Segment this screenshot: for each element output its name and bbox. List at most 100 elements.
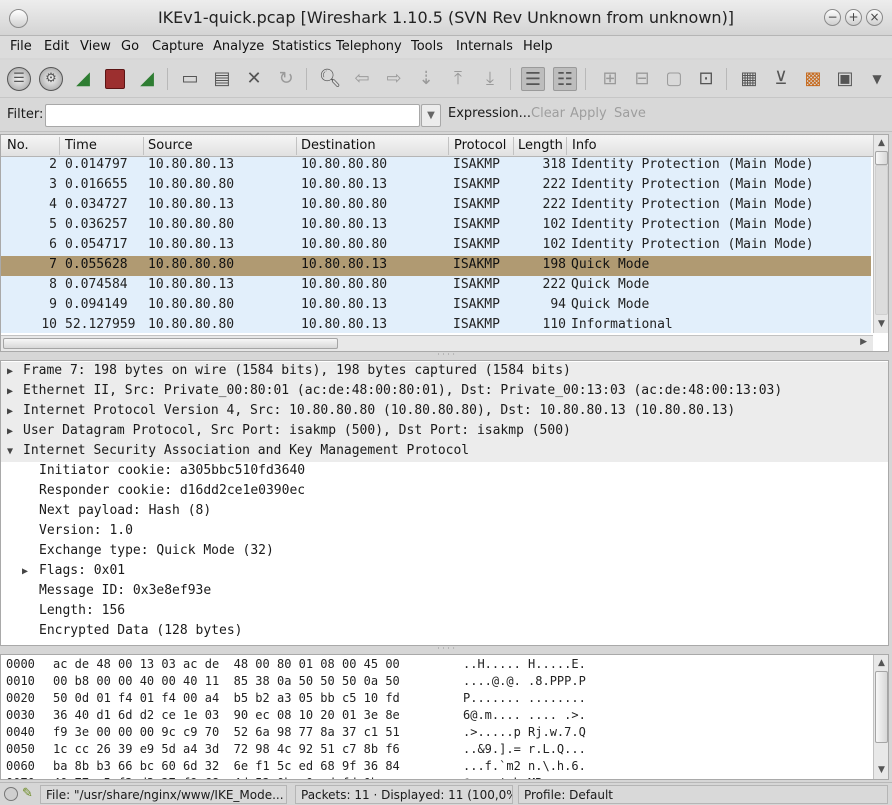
interface-list-icon[interactable]: ☰ bbox=[7, 67, 31, 91]
scroll-track[interactable] bbox=[875, 165, 888, 315]
tree-field-node[interactable]: Version: 1.0 bbox=[1, 522, 888, 542]
packet-row[interactable]: 4 0.034727 10.80.80.13 10.80.80.80 ISAKMP 222… bbox=[1, 196, 871, 216]
menu-go[interactable]: Go bbox=[121, 39, 139, 54]
bytes-scroll-thumb[interactable] bbox=[875, 671, 888, 743]
tree-collapse-icon[interactable]: ▼ bbox=[7, 442, 13, 462]
menu-capture[interactable]: Capture bbox=[152, 39, 204, 54]
pane-splitter-2[interactable]: · · · · bbox=[0, 645, 892, 654]
reload-icon[interactable]: ↻ bbox=[274, 67, 298, 91]
menu-help[interactable]: Help bbox=[523, 39, 553, 54]
packet-row[interactable]: 3 0.016655 10.80.80.80 10.80.80.13 ISAKMP 222… bbox=[1, 176, 871, 196]
go-forward-icon[interactable]: ⇨ bbox=[382, 67, 406, 91]
menu-analyze[interactable]: Analyze bbox=[213, 39, 264, 54]
go-to-packet-icon[interactable]: ⇣ bbox=[414, 67, 438, 91]
menu-statistics[interactable]: Statistics bbox=[272, 39, 331, 54]
menu-telephony[interactable]: Telephony bbox=[336, 39, 402, 54]
save-filter-button[interactable]: Save bbox=[614, 106, 646, 121]
tree-expand-icon[interactable]: ▶ bbox=[7, 362, 13, 382]
status-profile[interactable]: Profile: Default bbox=[518, 785, 888, 804]
column-no[interactable]: No. bbox=[7, 138, 29, 153]
menu-edit[interactable]: Edit bbox=[44, 39, 69, 54]
filter-dropdown-icon[interactable]: ▼ bbox=[421, 104, 441, 127]
close-button[interactable]: × bbox=[866, 9, 883, 26]
column-protocol[interactable]: Protocol bbox=[454, 138, 506, 153]
tree-protocol-node[interactable]: ▶ Ethernet II, Src: Private_00:80:01 (ac:… bbox=[1, 382, 888, 402]
tree-expand-icon[interactable]: ▶ bbox=[7, 382, 13, 402]
tree-protocol-node[interactable]: ▼ Internet Security Association and Key M… bbox=[1, 442, 888, 462]
expression-button[interactable]: Expression... bbox=[448, 106, 531, 121]
tree-expand-icon[interactable]: ▶ bbox=[7, 422, 13, 442]
resize-columns-icon[interactable]: ⊡ bbox=[694, 67, 718, 91]
find-packet-icon[interactable]: 🔍︎ bbox=[318, 67, 342, 91]
tree-protocol-node[interactable]: ▶ User Datagram Protocol, Src Port: isakm… bbox=[1, 422, 888, 442]
packet-list-hscroll[interactable]: ▶ bbox=[1, 335, 873, 351]
menu-view[interactable]: View bbox=[80, 39, 111, 54]
normal-size-icon[interactable]: ▢ bbox=[662, 67, 686, 91]
zoom-out-icon[interactable]: ⊟ bbox=[630, 67, 654, 91]
packet-list-vscroll[interactable]: ▲ ▼ bbox=[873, 135, 888, 333]
menu-file[interactable]: File bbox=[10, 39, 32, 54]
pane-splitter[interactable]: · · · · bbox=[0, 351, 892, 360]
maximize-button[interactable]: + bbox=[845, 9, 862, 26]
open-file-icon[interactable]: ▭ bbox=[178, 67, 202, 91]
restart-capture-icon[interactable]: ◢ bbox=[135, 67, 159, 91]
hex-bytes: f9 3e 00 00 00 9c c9 70 52 6a 98 77 8a 3… bbox=[53, 725, 400, 739]
coloring-rules-icon[interactable]: ▩ bbox=[801, 67, 825, 91]
start-capture-icon[interactable]: ◢ bbox=[71, 67, 95, 91]
tree-protocol-node[interactable]: ▶ Internet Protocol Version 4, Src: 10.80… bbox=[1, 402, 888, 422]
packet-row[interactable]: 2 0.014797 10.80.80.13 10.80.80.80 ISAKMP 318… bbox=[1, 157, 871, 176]
tree-field-node[interactable]: Exchange type: Quick Mode (32) bbox=[1, 542, 888, 562]
filter-input[interactable] bbox=[45, 104, 420, 127]
save-file-icon[interactable]: ▤ bbox=[210, 67, 234, 91]
column-source[interactable]: Source bbox=[148, 138, 193, 153]
scroll-down-icon[interactable]: ▼ bbox=[874, 317, 888, 331]
close-file-icon[interactable]: ✕ bbox=[242, 67, 266, 91]
bytes-vscroll[interactable]: ▲ ▼ bbox=[873, 655, 888, 779]
packet-row[interactable]: 7 0.055628 10.80.80.80 10.80.80.13 ISAKMP 198… bbox=[1, 256, 871, 276]
more-icon[interactable]: ▼ bbox=[865, 67, 889, 91]
zoom-in-icon[interactable]: ⊞ bbox=[598, 67, 622, 91]
tree-field-node[interactable]: Message ID: 0x3e8ef93e bbox=[1, 582, 888, 602]
capture-options-icon[interactable]: ⚙ bbox=[39, 67, 63, 91]
colorize-icon[interactable]: ☰ bbox=[521, 67, 545, 91]
packet-row[interactable]: 9 0.094149 10.80.80.80 10.80.80.13 ISAKMP 94 Q… bbox=[1, 296, 871, 316]
tree-field-node[interactable]: ▶ Flags: 0x01 bbox=[1, 562, 888, 582]
bytes-scroll-down-icon[interactable]: ▼ bbox=[874, 763, 888, 777]
tree-field-node[interactable]: Encrypted Data (128 bytes) bbox=[1, 622, 888, 642]
hscroll-thumb[interactable] bbox=[3, 338, 338, 349]
edit-comment-icon[interactable]: ✎ bbox=[22, 787, 36, 801]
tree-field-node[interactable]: Initiator cookie: a305bbc510fd3640 bbox=[1, 462, 888, 482]
tree-expand-icon[interactable]: ▶ bbox=[7, 402, 13, 422]
preferences-icon[interactable]: ▣ bbox=[833, 67, 857, 91]
go-back-icon[interactable]: ⇦ bbox=[350, 67, 374, 91]
apply-button[interactable]: Apply bbox=[570, 106, 607, 121]
column-time[interactable]: Time bbox=[65, 138, 97, 153]
packet-row[interactable]: 8 0.074584 10.80.80.13 10.80.80.80 ISAKMP 222… bbox=[1, 276, 871, 296]
menu-tools[interactable]: Tools bbox=[411, 39, 443, 54]
packet-row[interactable]: 6 0.054717 10.80.80.13 10.80.80.80 ISAKMP 102… bbox=[1, 236, 871, 256]
tree-expand-icon[interactable]: ▶ bbox=[22, 562, 28, 582]
menu-internals[interactable]: Internals bbox=[456, 39, 513, 54]
display-filters-icon[interactable]: ⊻ bbox=[769, 67, 793, 91]
go-first-icon[interactable]: ⤒ bbox=[446, 67, 470, 91]
scroll-thumb[interactable] bbox=[875, 151, 888, 165]
stop-capture-icon[interactable] bbox=[105, 69, 125, 89]
tree-field-node[interactable]: Next payload: Hash (8) bbox=[1, 502, 888, 522]
scroll-right-icon[interactable]: ▶ bbox=[860, 337, 867, 347]
expert-info-icon[interactable] bbox=[4, 787, 18, 801]
auto-scroll-icon[interactable]: ☷ bbox=[553, 67, 577, 91]
tree-protocol-node[interactable]: ▶ Frame 7: 198 bytes on wire (1584 bits),… bbox=[1, 362, 888, 382]
scroll-up-icon[interactable]: ▲ bbox=[874, 136, 888, 150]
column-info[interactable]: Info bbox=[572, 138, 597, 153]
clear-button[interactable]: Clear bbox=[531, 106, 565, 121]
packet-row[interactable]: 5 0.036257 10.80.80.80 10.80.80.13 ISAKMP 102… bbox=[1, 216, 871, 236]
tree-field-node[interactable]: Length: 156 bbox=[1, 602, 888, 622]
column-length[interactable]: Length bbox=[518, 138, 563, 153]
tree-field-node[interactable]: Responder cookie: d16dd2ce1e0390ec bbox=[1, 482, 888, 502]
go-last-icon[interactable]: ⤓ bbox=[478, 67, 502, 91]
bytes-scroll-up-icon[interactable]: ▲ bbox=[874, 656, 888, 670]
capture-filters-icon[interactable]: ▦ bbox=[737, 67, 761, 91]
minimize-button[interactable]: − bbox=[824, 9, 841, 26]
column-destination[interactable]: Destination bbox=[301, 138, 376, 153]
packet-row[interactable]: 10 52.127959 10.80.80.80 10.80.80.13 ISAKMP 1… bbox=[1, 316, 871, 333]
